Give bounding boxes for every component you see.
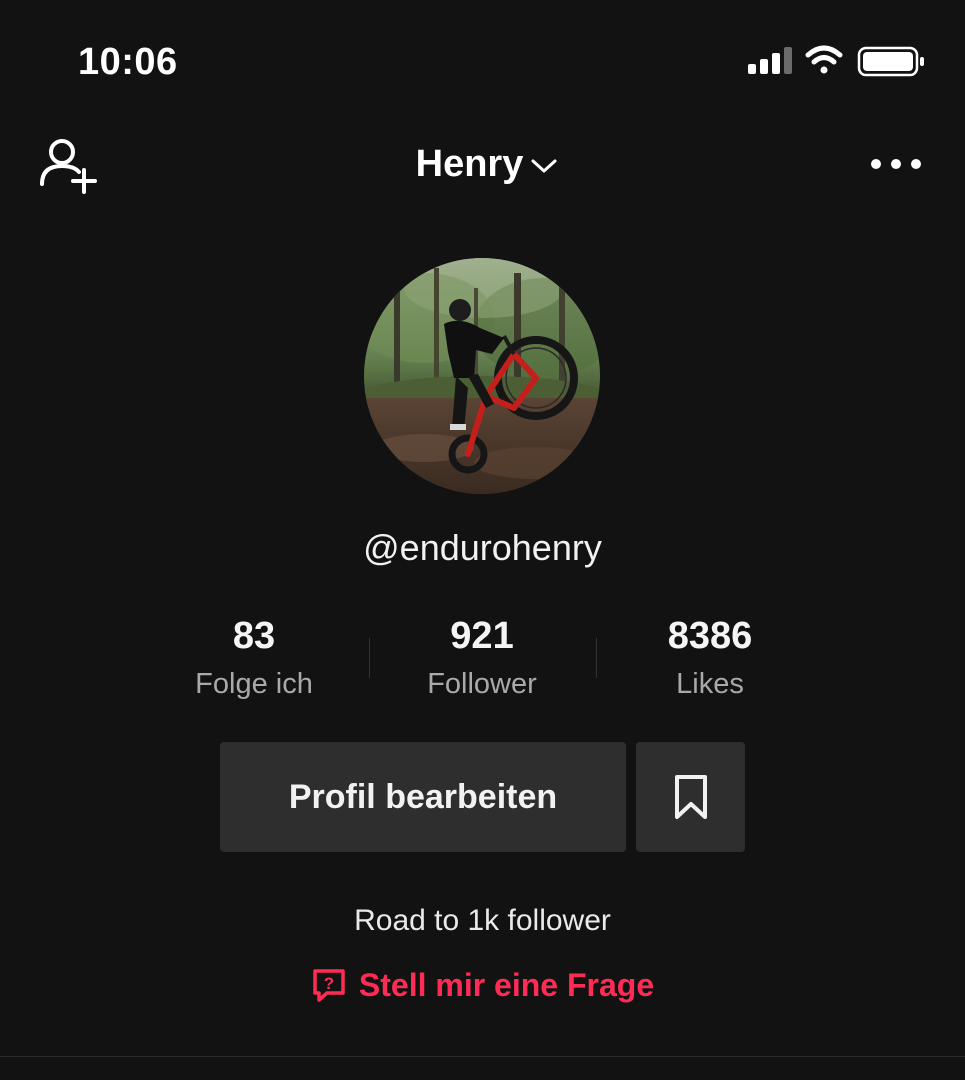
page-title: Henry bbox=[415, 143, 524, 185]
chevron-down-icon bbox=[531, 159, 557, 173]
svg-text:?: ? bbox=[324, 974, 334, 993]
status-time: 10:06 bbox=[78, 41, 178, 83]
profile-photo bbox=[364, 258, 600, 494]
stat-following[interactable]: 83 Folge ich bbox=[140, 612, 368, 704]
stat-label: Follower bbox=[427, 668, 537, 700]
stat-value: 921 bbox=[450, 615, 514, 657]
more-options-icon[interactable] bbox=[866, 150, 926, 178]
edit-profile-label: Profil bearbeiten bbox=[288, 777, 558, 816]
stat-value: 8386 bbox=[667, 615, 753, 657]
favorites-button[interactable] bbox=[636, 742, 745, 852]
question-bubble-icon: ? bbox=[313, 969, 345, 1002]
stat-value: 83 bbox=[232, 615, 276, 657]
stat-likes[interactable]: 8386 Likes bbox=[596, 612, 824, 704]
profile-bio: Road to 1k follower bbox=[354, 904, 611, 937]
status-bar-icons bbox=[748, 45, 924, 77]
stat-followers[interactable]: 921 Follower bbox=[368, 612, 596, 704]
cellular-signal-icon bbox=[748, 47, 792, 74]
edit-profile-button[interactable]: Profil bearbeiten bbox=[220, 742, 626, 852]
section-divider bbox=[0, 1056, 965, 1057]
stat-label: Likes bbox=[676, 668, 744, 700]
bookmark-icon bbox=[674, 775, 707, 819]
header-title-area: Henry bbox=[0, 140, 965, 188]
ask-question-label: Stell mir eine Frage bbox=[358, 967, 655, 1003]
stat-label: Folge ich bbox=[195, 668, 313, 700]
account-switcher[interactable]: Henry bbox=[406, 140, 560, 188]
avatar[interactable] bbox=[364, 258, 600, 494]
username: @endurohenry bbox=[363, 527, 602, 568]
wifi-icon bbox=[805, 45, 843, 74]
battery-icon bbox=[857, 46, 924, 77]
ask-question-link[interactable]: ? Stell mir eine Frage bbox=[0, 962, 965, 1008]
